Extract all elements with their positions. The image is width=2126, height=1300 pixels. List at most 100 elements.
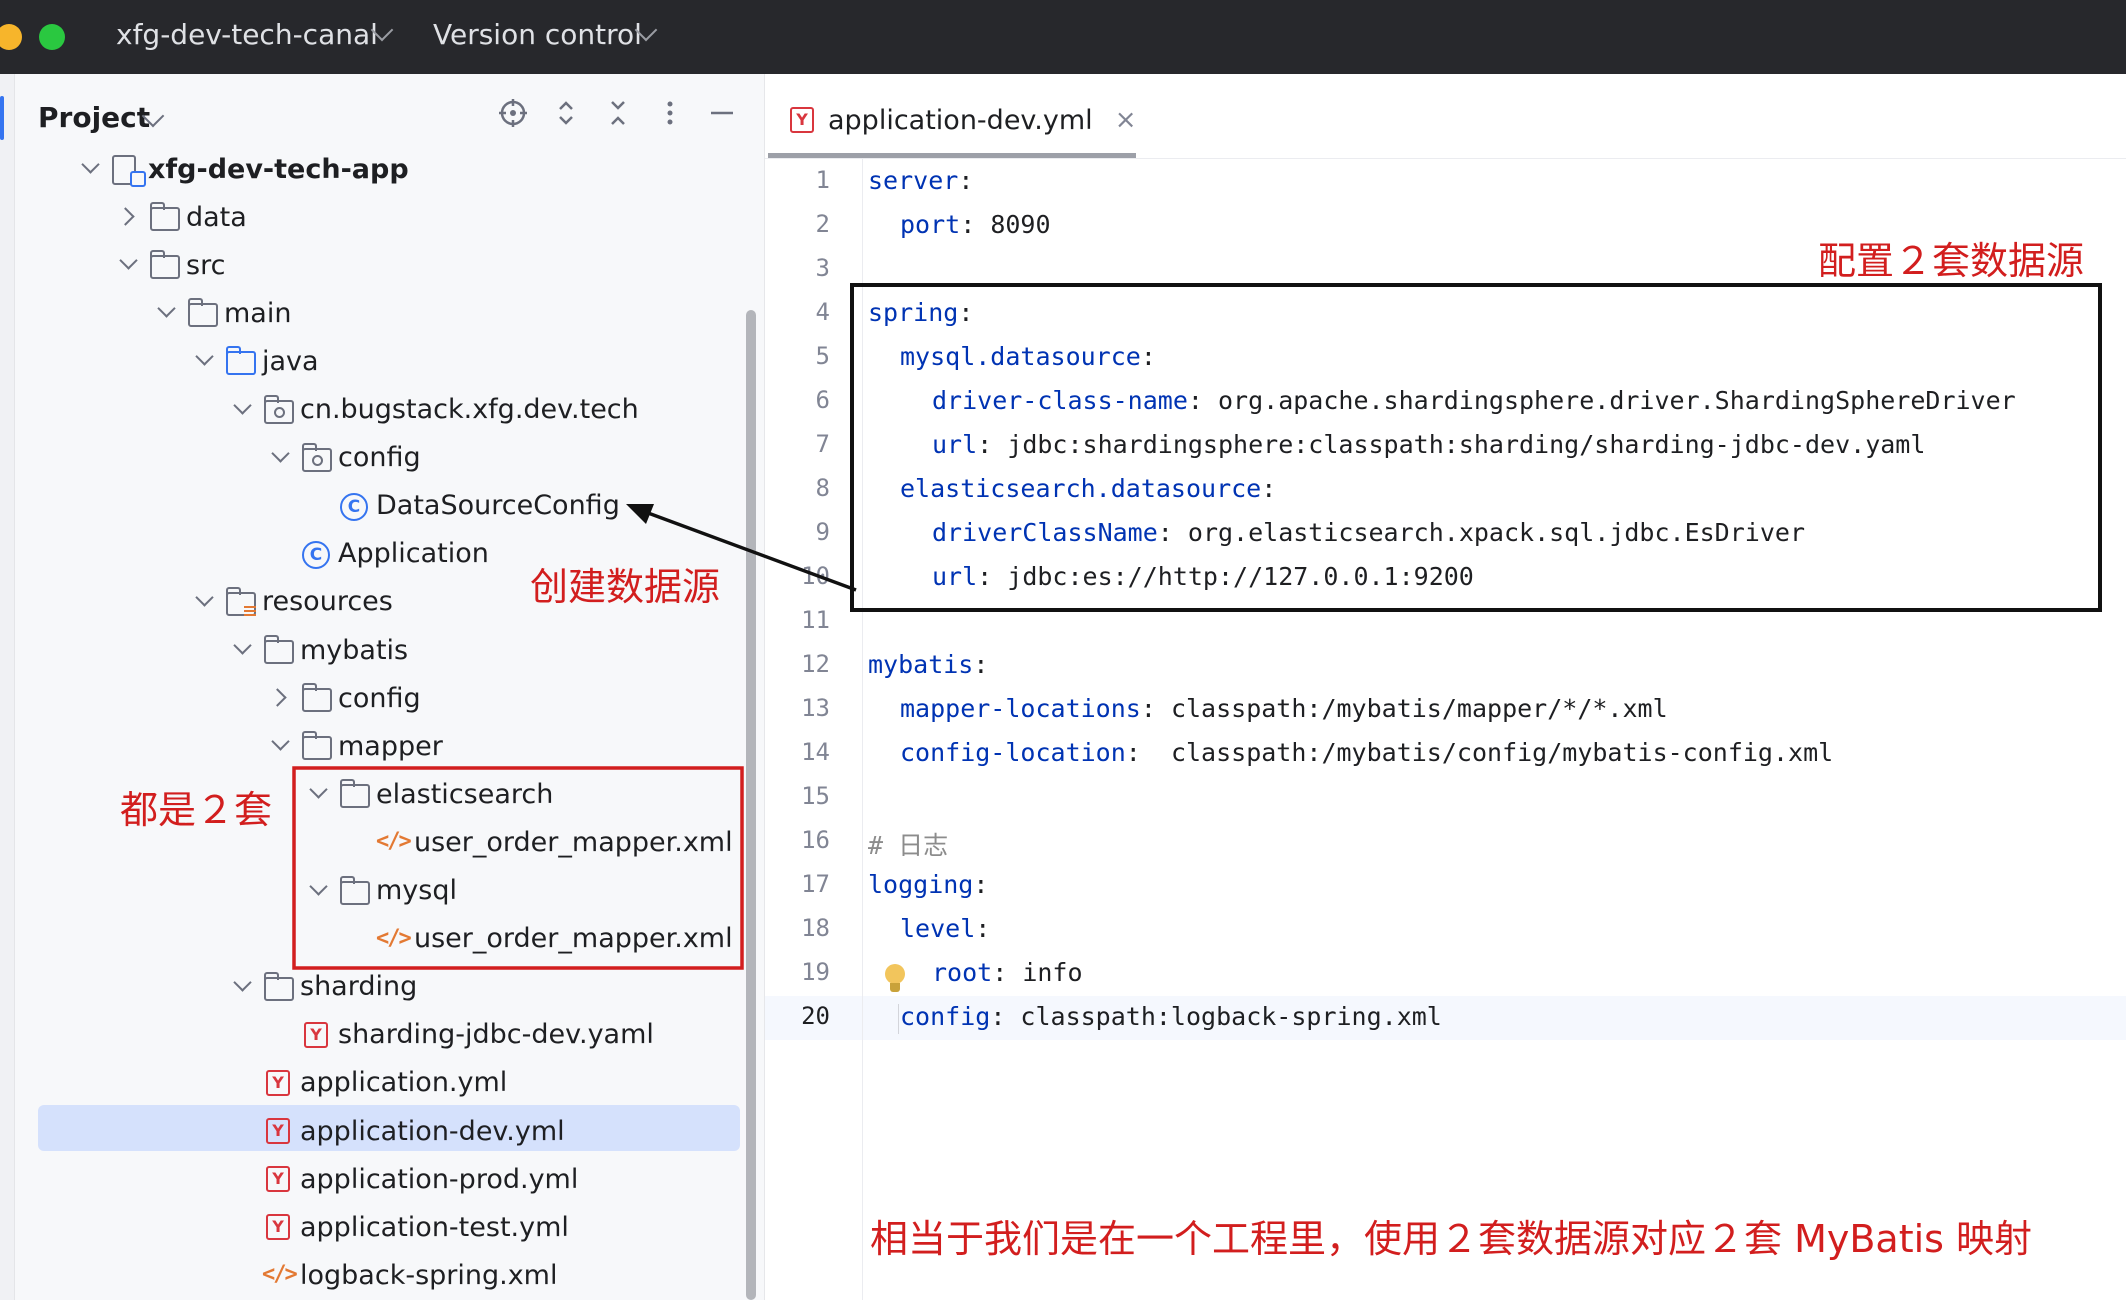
tree-item[interactable]: mybatis xyxy=(230,628,408,672)
tree-item[interactable]: src xyxy=(116,243,225,287)
tree-item[interactable]: config xyxy=(268,436,421,480)
intention-bulb-icon[interactable] xyxy=(884,962,906,998)
folder-icon xyxy=(300,730,332,762)
tree-item-label: java xyxy=(262,345,319,377)
folder-icon xyxy=(186,297,218,329)
line-number: 4 xyxy=(815,298,830,326)
yaml-key: config-location xyxy=(900,738,1126,767)
window-minimize-button[interactable] xyxy=(0,24,22,50)
line-number: 19 xyxy=(801,958,830,986)
chevron-down-icon[interactable] xyxy=(230,637,256,663)
yaml-file-icon: Y xyxy=(262,1211,294,1243)
yaml-file-icon: Y xyxy=(786,104,818,136)
tree-item[interactable]: java xyxy=(192,339,319,383)
folder-icon xyxy=(148,201,180,233)
code-line[interactable]: mapper-locations: classpath:/mybatis/map… xyxy=(900,694,1668,723)
tree-item-label: application-test.yml xyxy=(300,1211,569,1243)
tree-item[interactable]: Yapplication-dev.yml xyxy=(230,1109,565,1153)
chevron-right-icon[interactable] xyxy=(116,204,142,230)
chevron-down-icon[interactable] xyxy=(268,733,294,759)
folder-icon xyxy=(262,971,294,1003)
tree-item[interactable]: Yapplication.yml xyxy=(230,1061,507,1105)
chevron-down-icon[interactable] xyxy=(154,300,180,326)
tree-item-label: src xyxy=(186,249,226,281)
chevron-down-icon[interactable] xyxy=(78,156,104,182)
yaml-sep: : xyxy=(958,166,974,195)
resources-folder-icon xyxy=(224,586,256,618)
tree-item-label: main xyxy=(224,297,292,329)
code-line[interactable]: mybatis: xyxy=(868,650,988,679)
close-icon[interactable]: × xyxy=(1115,105,1137,135)
annotation-summary: 相当于我们是在一个工程里，使用２套数据源对应２套 MyBatis 映射 xyxy=(870,1217,2033,1261)
tree-item-label: mapper xyxy=(338,730,443,762)
project-panel-title[interactable]: Project xyxy=(38,101,150,134)
annotation-create-datasource: 创建数据源 xyxy=(530,565,721,609)
code-line[interactable]: # 日志 xyxy=(868,826,948,862)
tree-item[interactable]: cn.bugstack.xfg.dev.tech xyxy=(230,388,639,432)
yaml-key: server xyxy=(868,166,959,195)
indent-guide xyxy=(898,1004,899,1034)
tree-item-label: application-dev.yml xyxy=(300,1115,565,1147)
tree-item[interactable]: config xyxy=(268,676,421,720)
collapse-all-icon[interactable] xyxy=(601,98,635,132)
code-line[interactable]: logging: xyxy=(868,870,988,899)
tab-application-dev-yml[interactable]: Y application-dev.yml × xyxy=(786,100,1136,140)
code-line[interactable]: config: classpath:logback-spring.xml xyxy=(900,1002,1442,1031)
line-number: 1 xyxy=(815,166,830,194)
tree-item[interactable]: mapper xyxy=(268,724,443,768)
more-options-icon[interactable] xyxy=(653,98,687,132)
tree-item[interactable]: main xyxy=(154,291,291,335)
tree-item[interactable]: resources xyxy=(192,580,393,624)
tree-scrollbar[interactable] xyxy=(746,310,756,1300)
tree-item[interactable]: Yapplication-prod.yml xyxy=(230,1157,578,1201)
tree-item-label: application.yml xyxy=(300,1067,508,1099)
code-line[interactable]: level: xyxy=(900,914,990,943)
project-tool-button[interactable] xyxy=(0,96,4,140)
annotation-box-mappers xyxy=(292,766,744,970)
tree-item[interactable]: Ysharding-jdbc-dev.yaml xyxy=(268,1013,654,1057)
code-line[interactable]: config-location: classpath:/mybatis/conf… xyxy=(900,738,1833,767)
tree-item[interactable]: </> logback-spring.xml xyxy=(230,1253,558,1297)
tree-item[interactable]: C DataSourceConfig xyxy=(306,484,620,528)
yaml-value: info xyxy=(1022,958,1083,987)
project-selector[interactable]: xfg-dev-tech-canal xyxy=(116,18,378,51)
yaml-file-icon: Y xyxy=(262,1115,294,1147)
tree-item-label: resources xyxy=(262,586,393,618)
tree-item-label: xfg-dev-tech-app xyxy=(148,153,409,185)
line-number: 15 xyxy=(801,782,830,810)
tree-item[interactable]: sharding xyxy=(230,965,417,1009)
version-control-menu[interactable]: Version control xyxy=(433,18,642,51)
chevron-down-icon[interactable] xyxy=(192,589,218,615)
code-line[interactable]: port: 8090 xyxy=(900,210,1051,239)
tree-item-label: sharding-jdbc-dev.yaml xyxy=(338,1019,654,1051)
yaml-key: logging xyxy=(868,870,974,899)
chevron-down-icon[interactable] xyxy=(116,252,142,278)
xml-file-icon: </> xyxy=(262,1262,298,1288)
chevron-down-icon[interactable] xyxy=(268,445,294,471)
code-line[interactable]: root: info xyxy=(932,958,1083,987)
hide-panel-icon[interactable] xyxy=(705,98,739,132)
chevron-down-icon[interactable] xyxy=(230,397,256,423)
package-icon xyxy=(300,442,332,474)
locate-file-icon[interactable] xyxy=(496,98,530,132)
tree-item[interactable]: C Application xyxy=(268,532,489,576)
chevron-down-icon[interactable] xyxy=(230,974,256,1000)
tree-item[interactable]: data xyxy=(116,195,247,239)
yaml-sep: : xyxy=(1125,738,1171,767)
chevron-right-icon[interactable] xyxy=(268,685,294,711)
yaml-sep: : xyxy=(992,958,1023,987)
folder-icon xyxy=(262,634,294,666)
tree-item-label: sharding xyxy=(300,971,418,1003)
code-line[interactable]: server: xyxy=(868,166,973,195)
expand-all-icon[interactable] xyxy=(549,98,583,132)
tree-item-label: mybatis xyxy=(300,634,409,666)
tree-item-label: application-prod.yml xyxy=(300,1163,579,1195)
window-zoom-button[interactable] xyxy=(39,24,65,50)
tree-item[interactable]: xfg-dev-tech-app xyxy=(78,147,409,191)
chevron-down-icon[interactable] xyxy=(192,348,218,374)
title-bar: xfg-dev-tech-canal Version control xyxy=(0,0,2126,74)
tree-item-label: config xyxy=(338,682,421,714)
tree-item[interactable]: Yapplication-test.yml xyxy=(230,1205,569,1249)
line-number: 13 xyxy=(801,694,830,722)
line-number: 6 xyxy=(815,386,830,414)
